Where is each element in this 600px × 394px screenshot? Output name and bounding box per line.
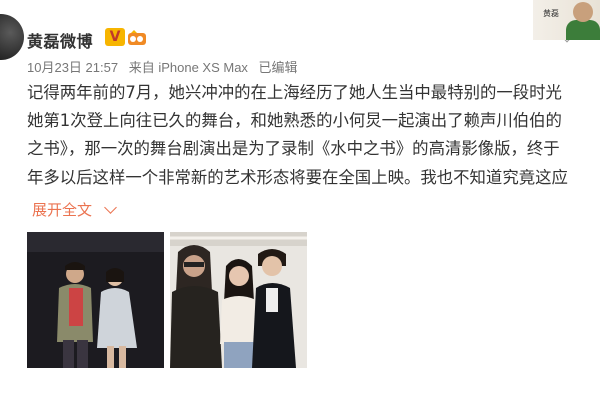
author-name[interactable]: 黄磊微博 xyxy=(27,28,93,52)
avatar[interactable] xyxy=(0,14,24,60)
expand-full-text-link[interactable]: 展开全文 xyxy=(32,199,117,220)
post-text-line: 她第1次登上向往已久的舞台，和她熟悉的小何炅一起演出了赖声川伯伯的 xyxy=(27,111,562,131)
post-text-line: 之书》，那一次的舞台剧演出是为了录制《水中之书》的高清影像版，终于 xyxy=(27,139,560,159)
post-source: 来自 iPhone XS Max xyxy=(128,60,248,75)
expand-chevron-icon xyxy=(104,201,117,214)
expand-label[interactable]: 展开全文 xyxy=(32,201,92,219)
corner-photo: 黄磊 xyxy=(533,0,600,40)
post-text-line: 记得两年前的7月，她兴冲冲的在上海经历了她人生当中最特别的一段时光 xyxy=(27,83,562,102)
verified-badge-icon: V xyxy=(105,28,125,46)
member-badge-icon xyxy=(128,30,146,45)
post-text: 记得两年前的7月，她兴冲冲的在上海经历了她人生当中最特别的一段时光 她第1次登上… xyxy=(27,79,600,197)
post-photo-group[interactable] xyxy=(170,232,307,368)
post-date[interactable]: 10月23日 21:57 xyxy=(27,60,118,75)
post-meta: 10月23日 21:57 来自 iPhone XS Max 已编辑 xyxy=(27,57,305,76)
corner-photo-tag: 黄磊 xyxy=(543,9,559,18)
post-photo-stage[interactable] xyxy=(27,232,164,368)
edited-label[interactable]: 已编辑 xyxy=(259,60,298,75)
post-text-line: 年多以后这样一个非常新的艺术形态将要在全国上映。我也不知道究竟这应 xyxy=(27,167,568,187)
